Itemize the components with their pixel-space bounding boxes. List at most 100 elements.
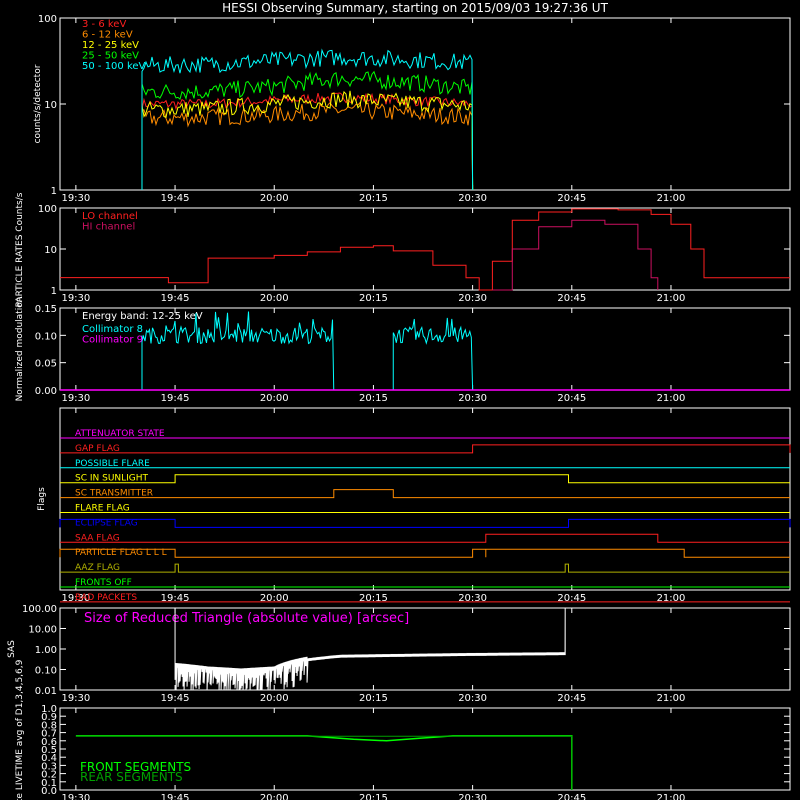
x-tick-label: 20:00 [260, 393, 289, 404]
panel-counts: 19:30 19:45 20:00 20:15 20:30 20:45 21:00 1 10 10… [33, 14, 791, 204]
legend-entry: Collimator 9 [82, 335, 143, 346]
x-tick-label: 20:00 [260, 693, 289, 704]
y-axis-label: SAS [7, 640, 17, 658]
y-tick-label: 1.00 [35, 645, 57, 656]
flag-label: SC IN SUNLIGHT [75, 474, 149, 484]
x-tick-label: 21:00 [657, 193, 686, 204]
x-tick-label: 20:45 [557, 293, 586, 304]
chart-annotation: Energy band: 12-25 keV [82, 311, 203, 322]
legend-entry: 25 - 50 keV [82, 51, 139, 62]
series-line-0 [141, 311, 335, 391]
y-tick-label: 100 [38, 204, 57, 215]
flag-label: ECLIPSE FLAG [75, 518, 138, 528]
panel-modulation: 19:30 19:45 20:00 20:15 20:30 20:45 21:00 0.00 0… [15, 297, 791, 404]
x-tick-label: 19:30 [61, 293, 90, 304]
y-tick-label: 10 [44, 100, 57, 111]
legend-entry: 3 - 6 keV [82, 19, 126, 30]
x-tick-label: 20:30 [458, 193, 487, 204]
x-tick-label: 19:45 [161, 293, 190, 304]
x-tick-label: 19:30 [61, 693, 90, 704]
series-line-1 [492, 219, 659, 291]
x-tick-label: 19:45 [161, 693, 190, 704]
flag-label: BAD PACKETS [75, 593, 137, 603]
x-tick-label: 20:15 [359, 693, 388, 704]
flag-label: PARTICLE FLAG L L L [75, 548, 167, 558]
x-tick-label: 19:45 [161, 193, 190, 204]
legend-entry: HI channel [82, 222, 135, 233]
x-tick-label: 20:30 [458, 793, 487, 800]
x-tick-label: 20:45 [557, 393, 586, 404]
flag-label: FRONTS OFF [75, 578, 132, 588]
panel-livetime: 19:30 19:45 20:00 20:15 20:30 20:45 21:000.00.… [15, 659, 791, 800]
y-axis-label: PARTICLE RATES Counts/s [15, 192, 25, 307]
x-tick-label: 19:30 [61, 193, 90, 204]
x-tick-label: 20:45 [557, 793, 586, 800]
flag-trace [60, 444, 791, 454]
series-line-3 [141, 70, 474, 191]
plot-frame [59, 207, 791, 291]
legend-entry: LO channel [82, 211, 138, 222]
x-tick-label: 20:30 [458, 693, 487, 704]
y-tick-label: 0.00 [35, 386, 57, 397]
flag-label: ATTENUATOR STATE [75, 429, 165, 439]
series-line-0 [392, 317, 474, 391]
flag-label: GAP FLAG [75, 444, 120, 454]
plot-frame [59, 17, 791, 191]
plot-frame [59, 407, 791, 591]
x-tick-label: 20:15 [359, 293, 388, 304]
y-tick-label: 0.10 [35, 666, 57, 677]
x-tick-label: 19:30 [61, 793, 90, 800]
legend-entry: 50 - 100 keV [82, 61, 146, 72]
flag-trace [60, 563, 790, 573]
x-tick-label: 20:15 [359, 393, 388, 404]
y-axis-label: Flags [37, 487, 47, 511]
flag-label: POSSIBLE FLARE [75, 459, 150, 469]
x-tick-label: 20:15 [359, 193, 388, 204]
y-tick-label: 1.0 [41, 704, 57, 715]
x-tick-label: 20:45 [557, 693, 586, 704]
flag-label: SAA FLAG [75, 533, 120, 543]
flag-label: FLARE FLAG [75, 504, 130, 514]
y-tick-label: 0.05 [35, 359, 57, 370]
series-line-0 [60, 208, 790, 291]
series-line-0 [141, 92, 474, 191]
flag-label: SC TRANSMITTER [75, 489, 153, 499]
y-tick-label: 1 [51, 186, 57, 197]
x-tick-label: 20:45 [557, 193, 586, 204]
series-line-1 [141, 101, 474, 191]
legend-entry: 12 - 25 keV [82, 40, 139, 51]
x-tick-label: 20:00 [260, 293, 289, 304]
legend-entry: Collimator 8 [82, 324, 143, 335]
x-tick-label: 20:00 [260, 193, 289, 204]
figure-title: HESSI Observing Summary, starting on 201… [222, 1, 608, 15]
x-tick-label: 21:00 [657, 693, 686, 704]
y-axis-label: Normalized modulation [15, 297, 25, 402]
y-tick-label: 100 [38, 14, 57, 25]
flag-label: AAZ FLAG [75, 563, 120, 573]
legend-entry: 6 - 12 keV [82, 30, 133, 41]
flag-trace [60, 474, 790, 484]
x-tick-label: 19:45 [161, 393, 190, 404]
flag-trace [60, 533, 790, 543]
y-tick-label: 10.00 [28, 625, 57, 636]
y-axis-label: Mon. Rate LIVETIME avg of D1,3,4,5,6,9 [15, 659, 25, 800]
y-tick-label: 0.01 [35, 686, 57, 697]
x-tick-label: 20:15 [359, 793, 388, 800]
flag-trace [59, 548, 790, 558]
x-tick-label: 19:45 [161, 793, 190, 800]
y-tick-label: 0.15 [35, 304, 57, 315]
y-tick-label: 1 [51, 286, 57, 297]
flag-trace [59, 518, 791, 528]
flag-trace [60, 489, 790, 499]
y-axis-label: counts/s/detector [33, 64, 43, 143]
observing-summary-figure: HESSI Observing Summary, starting on 201… [7, 1, 791, 800]
x-tick-label: 19:30 [61, 393, 90, 404]
series-line-2 [141, 90, 474, 191]
panel-flags: 19:30 19:45 20:00 20:15 20:30 20:45 21:00Flags… [37, 407, 791, 604]
chart-annotation: Size of Reduced Triangle (absolute value… [84, 611, 409, 626]
y-tick-label: 100.00 [22, 604, 57, 615]
y-tick-label: 10 [44, 245, 57, 256]
x-tick-label: 21:00 [657, 293, 686, 304]
y-tick-label: 0.10 [35, 331, 57, 342]
x-tick-label: 20:30 [458, 293, 487, 304]
